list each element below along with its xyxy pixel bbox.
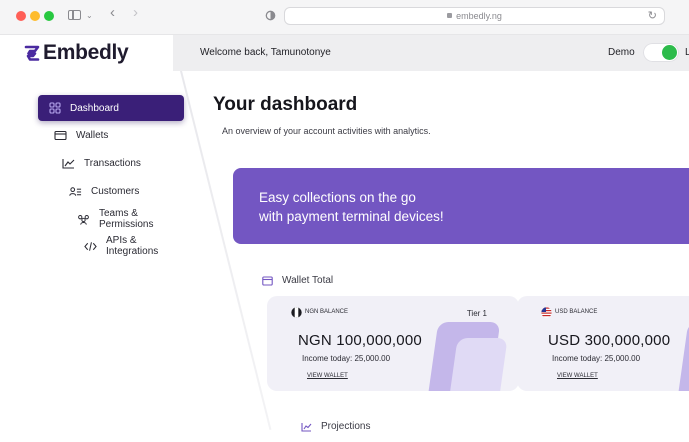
card-decoration bbox=[675, 322, 689, 391]
customers-icon bbox=[69, 185, 82, 197]
wallet-total-label: Wallet Total bbox=[282, 275, 334, 286]
team-icon bbox=[77, 213, 90, 225]
projections-heading: Projections bbox=[301, 421, 370, 432]
sidebar-item-dashboard[interactable]: Dashboard bbox=[38, 95, 184, 121]
toggle-knob bbox=[662, 45, 677, 60]
browser-chrome: ⌄ ‹ › embedly.ng ↻ bbox=[0, 0, 689, 35]
sidebar-item-wallets[interactable]: Wallets bbox=[54, 124, 108, 146]
chevron-down-icon[interactable]: ⌄ bbox=[86, 9, 93, 23]
demo-label: Demo bbox=[608, 47, 635, 58]
tier-badge: Tier 1 bbox=[466, 309, 487, 318]
wallet-icon bbox=[262, 275, 273, 286]
sidebar-item-label: Teams & Permissions bbox=[99, 208, 154, 230]
chart-line-icon bbox=[62, 157, 75, 169]
reload-icon[interactable]: ↻ bbox=[648, 9, 657, 22]
card-decoration bbox=[446, 338, 508, 391]
forward-arrow-icon[interactable]: › bbox=[133, 5, 138, 20]
lock-icon bbox=[447, 13, 453, 18]
ngn-balance-card[interactable]: NGN BALANCE Tier 1 NGN 100,000,000 Incom… bbox=[267, 296, 519, 391]
embedly-logo-icon bbox=[24, 45, 40, 61]
sidebar-item-transactions[interactable]: Transactions bbox=[62, 152, 141, 174]
sidebar: Embedly Dashboard Wallets Transactions C bbox=[0, 35, 184, 442]
wallet-total-heading: Wallet Total bbox=[262, 275, 333, 286]
page-subtitle: An overview of your account activities w… bbox=[222, 126, 431, 136]
wallet-icon bbox=[54, 129, 67, 141]
app: Embedly Dashboard Wallets Transactions C bbox=[0, 35, 689, 442]
sidebar-item-label: Transactions bbox=[84, 157, 141, 169]
brand-logo[interactable]: Embedly bbox=[24, 41, 129, 65]
projections-label: Projections bbox=[321, 421, 371, 432]
view-wallet-link[interactable]: VIEW WALLET bbox=[557, 373, 598, 379]
demo-live-toggle[interactable] bbox=[643, 43, 679, 62]
sidebar-item-label: Customers bbox=[91, 185, 140, 197]
promo-banner[interactable]: Easy collections on the go with payment … bbox=[233, 168, 689, 244]
page-title: Your dashboard bbox=[213, 94, 358, 115]
balance-amount: USD 300,000,000 bbox=[548, 332, 671, 349]
us-flag-icon bbox=[541, 307, 552, 318]
sidebar-item-label: Dashboard bbox=[70, 102, 119, 114]
code-icon bbox=[84, 240, 97, 252]
sidebar-item-teams-permissions[interactable]: Teams & Permissions bbox=[77, 208, 180, 230]
sidebar-toggle-icon[interactable] bbox=[68, 10, 81, 20]
ng-flag-icon bbox=[291, 307, 302, 318]
back-arrow-icon[interactable]: ‹ bbox=[110, 5, 115, 20]
privacy-shield-icon[interactable] bbox=[265, 10, 276, 21]
sidebar-item-apis-integrations[interactable]: APIs & Integrations bbox=[84, 235, 180, 257]
welcome-message: Welcome back, Tamunotonye bbox=[200, 47, 331, 58]
address-text: embedly.ng bbox=[285, 11, 664, 21]
chart-line-icon bbox=[301, 422, 312, 432]
view-wallet-link[interactable]: VIEW WALLET bbox=[307, 373, 348, 379]
minimize-window-button[interactable] bbox=[30, 11, 40, 21]
banner-text: Easy collections on the go with payment … bbox=[259, 190, 444, 224]
close-window-button[interactable] bbox=[16, 11, 26, 21]
dashboard-grid-icon bbox=[48, 102, 61, 114]
sidebar-item-label: APIs & Integrations bbox=[106, 235, 159, 257]
sidebar-item-label: Wallets bbox=[76, 129, 109, 141]
income-today: Income today: 25,000.00 bbox=[552, 354, 641, 363]
usd-balance-card[interactable]: USD BALANCE USD 300,000,000 Income today… bbox=[517, 296, 689, 391]
live-label: L bbox=[685, 47, 689, 58]
balance-label: NGN BALANCE bbox=[305, 309, 349, 315]
maximize-window-button[interactable] bbox=[44, 11, 54, 21]
top-bar: Welcome back, Tamunotonye Demo L bbox=[173, 35, 689, 71]
balance-amount: NGN 100,000,000 bbox=[298, 332, 422, 349]
sidebar-item-customers[interactable]: Customers bbox=[69, 180, 139, 202]
sidebar-divider bbox=[180, 70, 272, 431]
url: embedly.ng bbox=[456, 11, 502, 21]
income-today: Income today: 25,000.00 bbox=[302, 354, 391, 363]
brand-name: Embedly bbox=[43, 41, 129, 64]
address-bar[interactable]: embedly.ng ↻ bbox=[284, 7, 665, 25]
balance-label: USD BALANCE bbox=[555, 309, 598, 315]
